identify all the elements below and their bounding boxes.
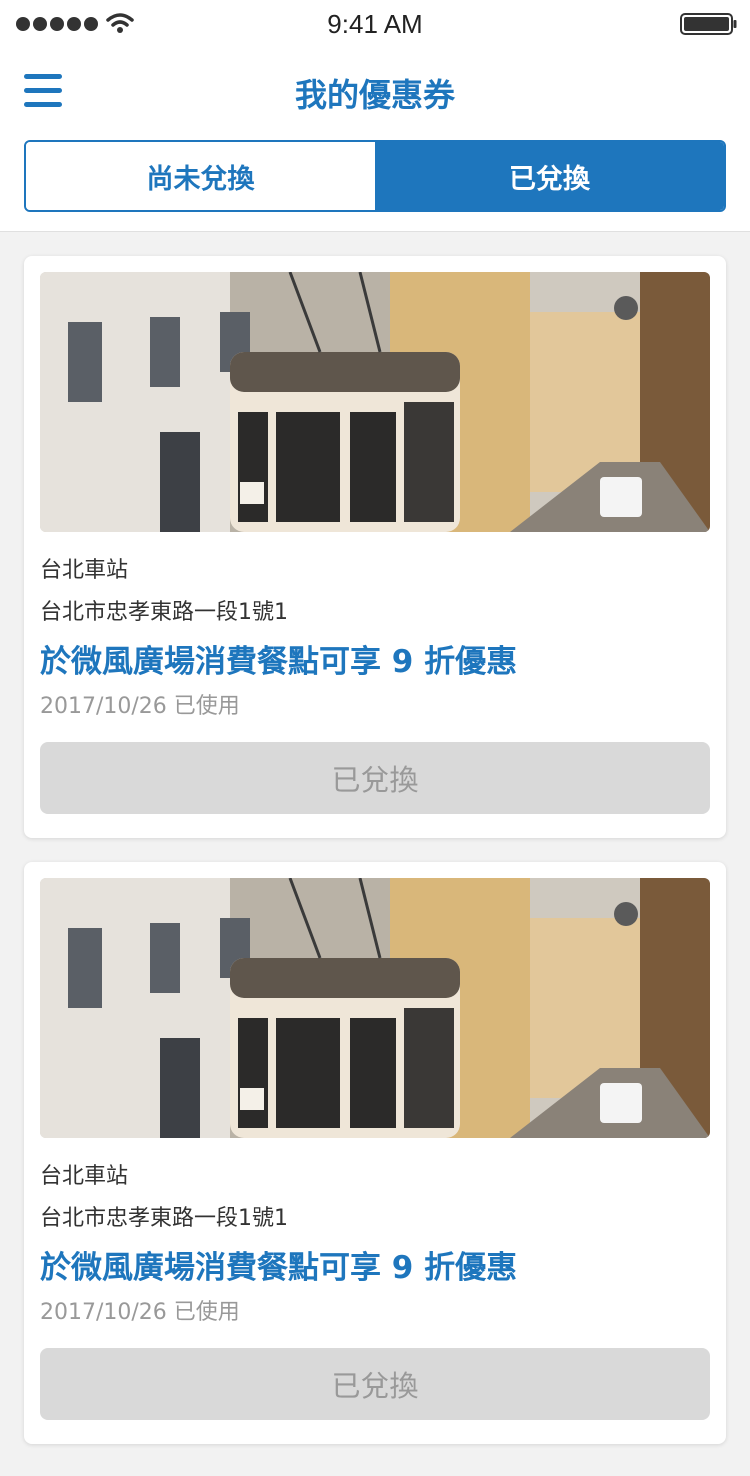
coupon-card[interactable]: 台北車站 台北市忠孝東路一段1號1 於微風廣場消費餐點可享 9 折優惠 2017… [24, 862, 726, 1444]
status-time: 9:41 AM [327, 9, 423, 39]
offer-title: 於微風廣場消費餐點可享 9 折優惠 [40, 1250, 518, 1286]
redeemed-button[interactable]: 已兌換 [40, 1348, 710, 1420]
store-name: 台北車站 [40, 1164, 129, 1189]
segmented-control: 尚未兌換 已兌換 [24, 140, 726, 212]
used-date: 2017/10/26 已使用 [40, 1300, 240, 1325]
tab-bar: 尚未兌換 已兌換 [0, 136, 750, 232]
coupon-list: 台北車站 台北市忠孝東路一段1號1 於微風廣場消費餐點可享 9 折優惠 2017… [24, 256, 726, 1468]
street-tram-photo [40, 272, 710, 532]
store-address: 台北市忠孝東路一段1號1 [40, 600, 288, 625]
coupon-card[interactable]: 台北車站 台北市忠孝東路一段1號1 於微風廣場消費餐點可享 9 折優惠 2017… [24, 256, 726, 838]
store-name: 台北車站 [40, 558, 129, 583]
status-bar: 9:41 AM [0, 0, 750, 48]
app-header: 我的優惠券 [0, 48, 750, 136]
redeemed-button[interactable]: 已兌換 [40, 742, 710, 814]
page-title: 我的優惠券 [294, 76, 455, 114]
offer-title: 於微風廣場消費餐點可享 9 折優惠 [40, 644, 518, 680]
tab-redeemed[interactable]: 已兌換 [375, 142, 724, 210]
tab-not-redeemed[interactable]: 尚未兌換 [26, 142, 375, 210]
street-tram-photo [40, 878, 710, 1138]
store-address: 台北市忠孝東路一段1號1 [40, 1206, 288, 1231]
battery-icon [680, 13, 737, 35]
used-date: 2017/10/26 已使用 [40, 694, 240, 719]
